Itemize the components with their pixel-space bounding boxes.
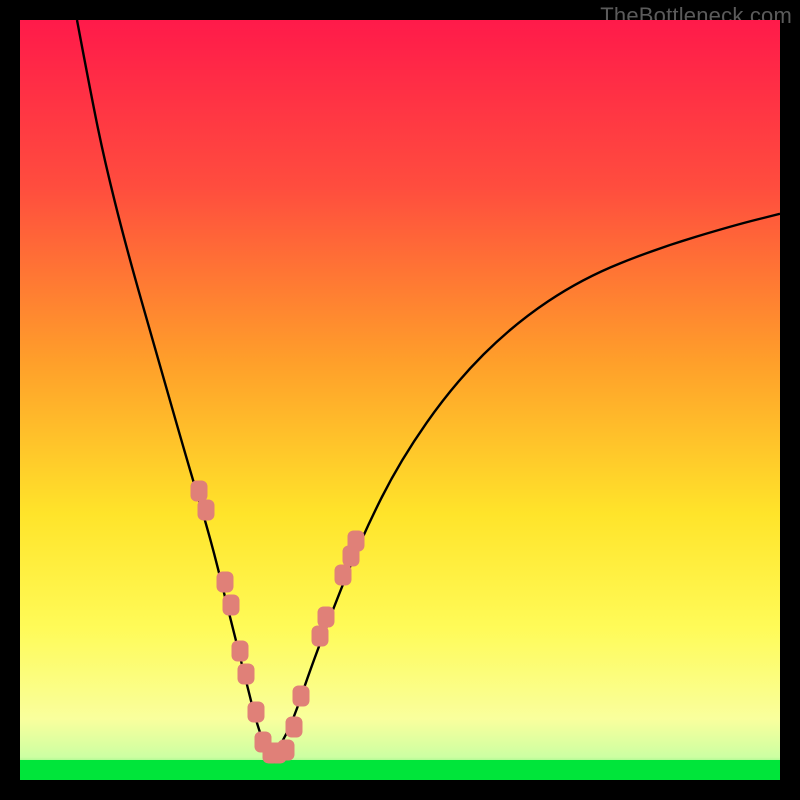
chart-marker [293,686,310,707]
chart-marker [237,663,254,684]
chart-marker [285,716,302,737]
chart-frame [20,20,780,780]
chart-marker [317,606,334,627]
chart-curve [20,20,780,780]
chart-marker [232,640,249,661]
chart-marker [190,481,207,502]
chart-marker [247,701,264,722]
chart-marker [222,595,239,616]
chart-marker [278,739,295,760]
chart-marker [312,625,329,646]
chart-marker [198,500,215,521]
chart-marker [335,564,352,585]
chart-marker [217,572,234,593]
chart-marker [347,530,364,551]
